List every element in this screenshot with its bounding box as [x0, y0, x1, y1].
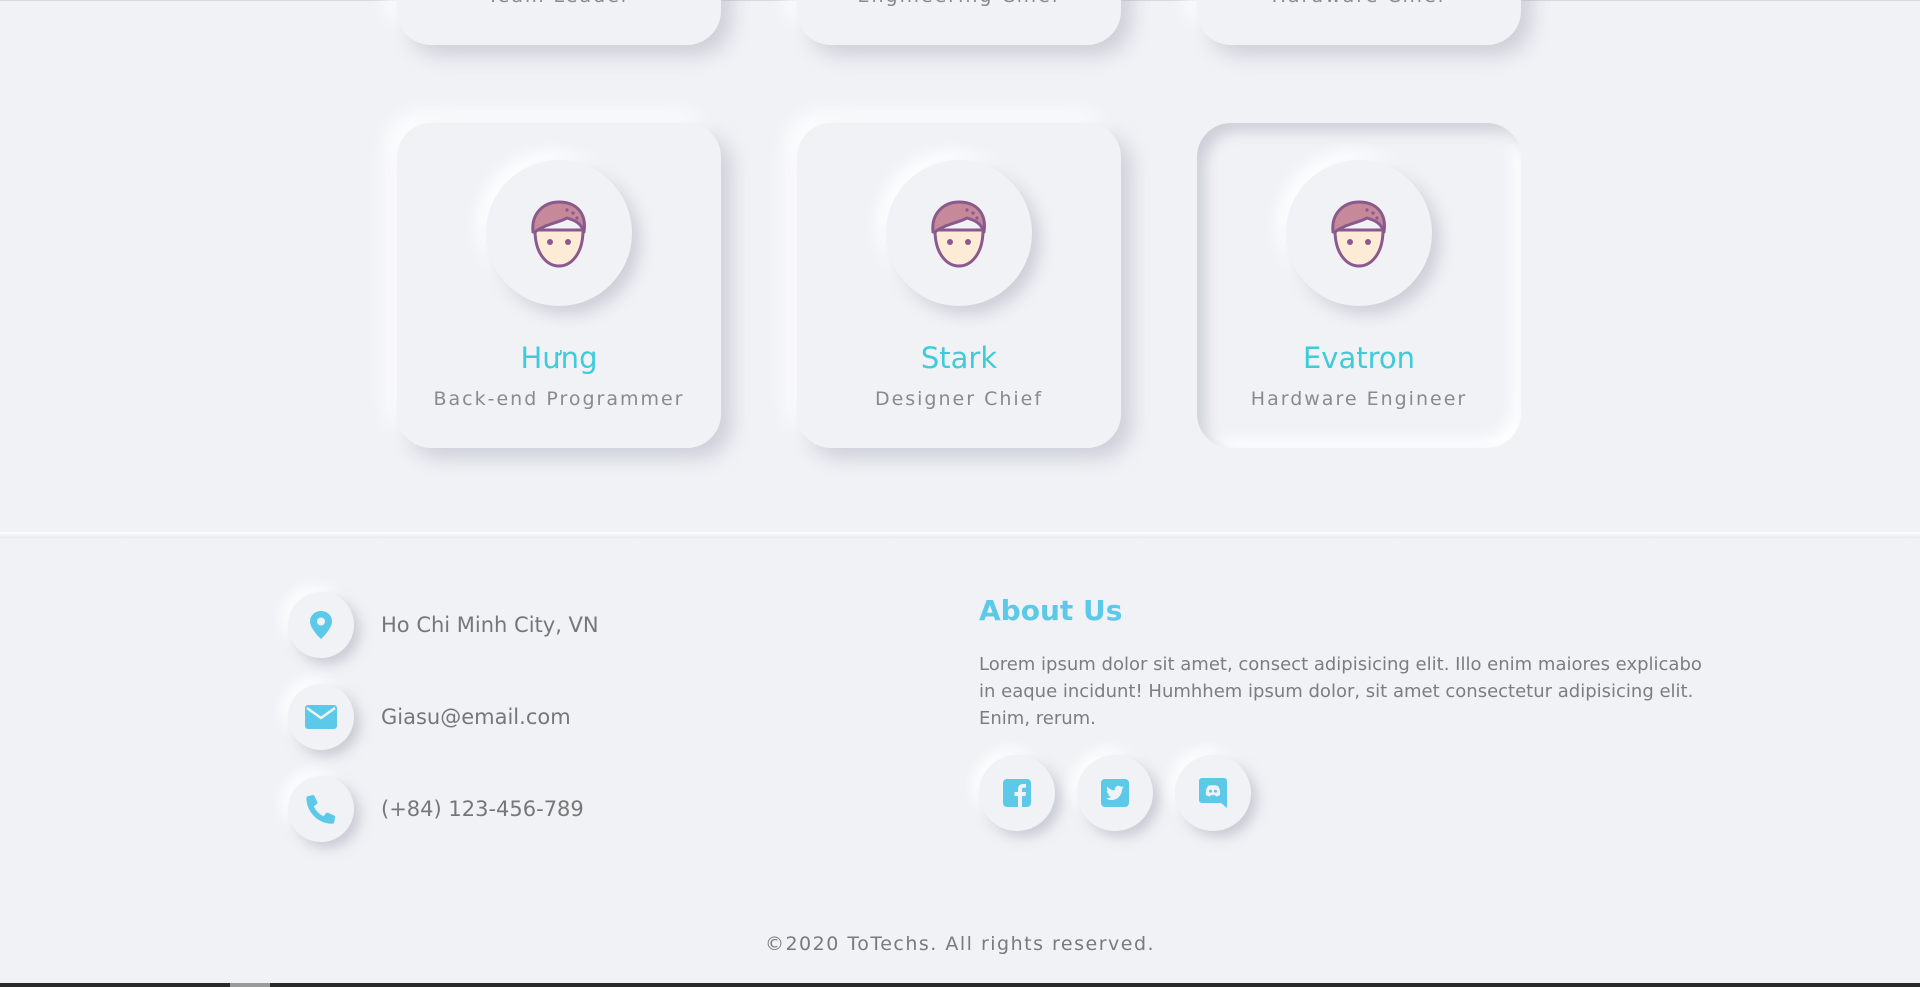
address-text: Ho Chi Minh City, VN: [381, 613, 599, 637]
person-face-icon: [931, 200, 986, 268]
person-face-icon: [1331, 200, 1386, 268]
team-card-hung[interactable]: Hưng Back-end Programmer: [397, 123, 721, 448]
facebook-button[interactable]: [979, 755, 1055, 831]
email-text[interactable]: Giasu@email.com: [381, 705, 571, 729]
twitter-button[interactable]: [1077, 755, 1153, 831]
card-name: Evatron: [1302, 341, 1416, 375]
discord-icon: [1199, 778, 1227, 808]
team-card-evatron[interactable]: Evatron Hardware Engineer: [1197, 123, 1521, 448]
avatar: [886, 160, 1032, 306]
team-card-partial: Hardware Chief: [1197, 0, 1521, 45]
card-role: Team Leader: [397, 0, 721, 7]
team-card-partial: Team Leader: [397, 0, 721, 45]
taskbar-strip: [0, 983, 1920, 987]
copyright-text: ©2020 ToTechs. All rights reserved.: [764, 933, 1156, 955]
avatar: [1286, 160, 1432, 306]
contact-email[interactable]: Giasu@email.com: [288, 684, 571, 750]
card-name: Hưng: [520, 341, 598, 375]
envelope-icon: [288, 684, 354, 750]
card-role: Hardware Engineer: [1250, 388, 1468, 410]
card-name: Stark: [920, 341, 998, 375]
card-role: Hardware Chief: [1197, 0, 1521, 7]
contact-address: Ho Chi Minh City, VN: [288, 592, 599, 658]
avatar: [486, 160, 632, 306]
taskbar-indicator: [230, 983, 270, 987]
person-face-icon: [531, 200, 586, 268]
phone-text: (+84) 123-456-789: [381, 797, 584, 821]
footer-divider: [0, 532, 1920, 538]
card-role: Back-end Programmer: [433, 388, 685, 410]
contact-phone[interactable]: (+84) 123-456-789: [288, 776, 584, 842]
twitter-icon: [1101, 779, 1129, 807]
location-pin-icon: [288, 592, 354, 658]
discord-button[interactable]: [1175, 755, 1251, 831]
card-role: Engineering Chief: [797, 0, 1121, 7]
phone-icon: [288, 776, 354, 842]
about-text: Lorem ipsum dolor sit amet, consect adip…: [979, 654, 1702, 729]
about-title: About Us: [979, 594, 1123, 627]
team-card-stark[interactable]: Stark Designer Chief: [797, 123, 1121, 448]
card-role: Designer Chief: [874, 388, 1044, 410]
team-card-partial: Engineering Chief: [797, 0, 1121, 45]
facebook-icon: [1003, 779, 1031, 807]
